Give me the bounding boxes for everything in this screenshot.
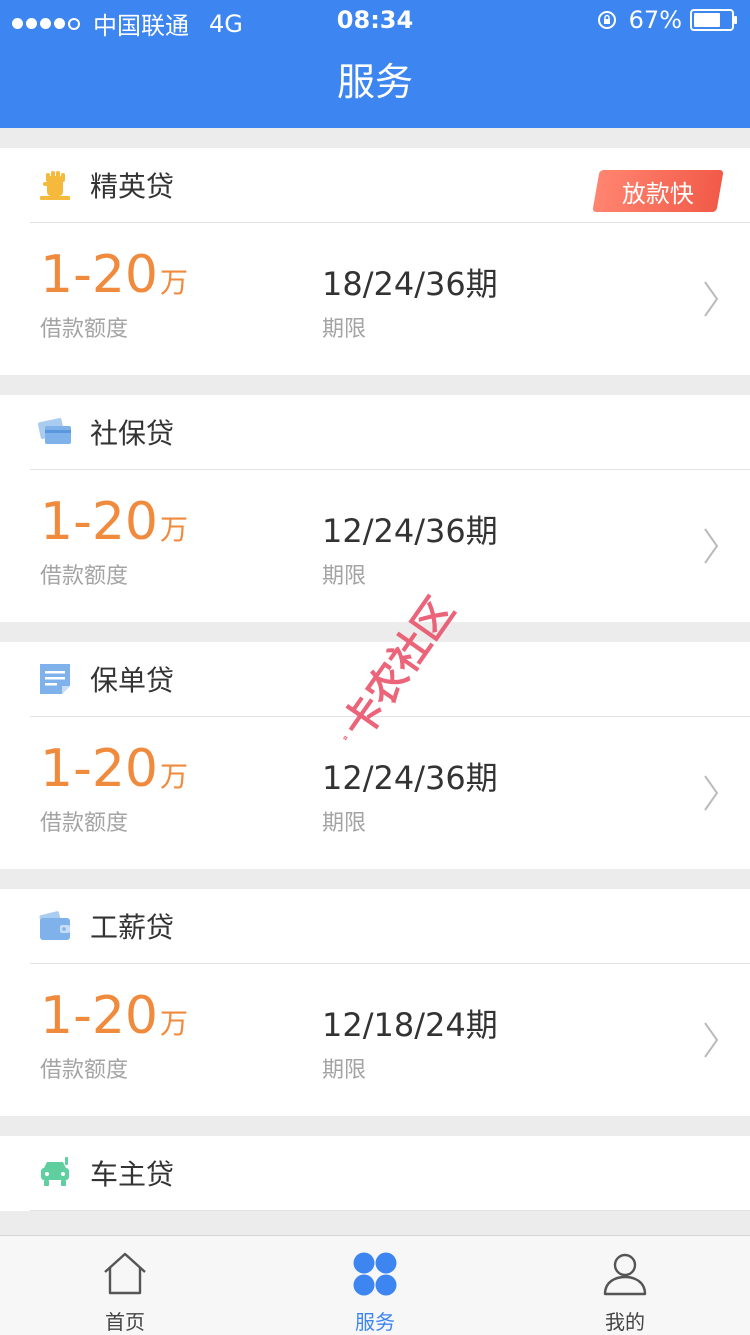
- term-unit: 期: [465, 1006, 498, 1044]
- product-card-jingying[interactable]: 精英贷 放款快 1-20万 借款额度 18/24/36期 期限: [0, 148, 750, 375]
- car-icon: [41, 1157, 69, 1186]
- tab-label: 服务: [355, 1310, 395, 1334]
- term-label: 期限: [322, 811, 367, 836]
- amount-unit: 万: [160, 513, 189, 546]
- term-value: 18/24/36: [322, 265, 466, 303]
- loan-amount: 1-20万: [40, 737, 188, 813]
- tab-label: 首页: [105, 1310, 145, 1334]
- amount-value: 1-20: [40, 492, 159, 552]
- term-unit: 期: [465, 759, 498, 797]
- card-header: 社保贷: [30, 395, 750, 470]
- product-card-gongxin[interactable]: 工薪贷 1-20万 借款额度 12/18/24期 期限: [0, 889, 750, 1116]
- loan-term: 18/24/36期: [322, 259, 498, 305]
- amount-unit: 万: [160, 266, 189, 299]
- product-name: 保单贷: [90, 664, 175, 697]
- chevron-right-icon[interactable]: [702, 773, 720, 813]
- card-body: 1-20万 借款额度 18/24/36期 期限: [0, 223, 750, 375]
- card-body: 1-20万 借款额度 12/18/24期 期限: [0, 964, 750, 1116]
- amount-unit: 万: [160, 1007, 189, 1040]
- raised-fist-icon: [40, 171, 70, 200]
- home-icon: [104, 1252, 146, 1295]
- policy-document-icon: [40, 664, 70, 694]
- tab-service[interactable]: 服务: [250, 1236, 500, 1335]
- card-header: 工薪贷: [30, 889, 750, 964]
- wallet-icon: [39, 911, 70, 940]
- card-header: 车主贷: [30, 1136, 750, 1211]
- status-right: 67%: [597, 6, 738, 34]
- amount-unit: 万: [160, 760, 189, 793]
- chevron-right-icon[interactable]: [702, 526, 720, 566]
- tab-bar: 首页 服务 我的: [0, 1235, 750, 1335]
- amount-value: 1-20: [40, 245, 159, 305]
- term-label: 期限: [322, 564, 367, 589]
- amount-value: 1-20: [40, 986, 159, 1046]
- term-value: 12/24/36: [322, 512, 466, 550]
- amount-label: 借款额度: [40, 1058, 129, 1083]
- chevron-right-icon[interactable]: [702, 1020, 720, 1060]
- chevron-right-icon[interactable]: [702, 279, 720, 319]
- product-name: 社保贷: [90, 417, 175, 450]
- fast-loan-badge: 放款快: [592, 170, 724, 212]
- loan-amount: 1-20万: [40, 984, 188, 1060]
- page-title: 服务: [336, 60, 413, 104]
- amount-value: 1-20: [40, 739, 159, 799]
- product-name: 工薪贷: [90, 911, 175, 944]
- term-label: 期限: [322, 317, 367, 342]
- term-unit: 期: [465, 512, 498, 550]
- amount-label: 借款额度: [40, 317, 129, 342]
- service-grid-icon: [353, 1252, 397, 1296]
- header: 中国联通 4G 08:34 67% 服务: [0, 0, 750, 128]
- social-security-card-icon: [38, 418, 71, 444]
- term-label: 期限: [322, 1058, 367, 1083]
- product-name: 精英贷: [90, 170, 175, 203]
- battery-percent: 67%: [628, 6, 682, 34]
- battery-icon: [690, 9, 737, 31]
- card-header: 精英贷 放款快: [30, 148, 750, 223]
- user-icon: [603, 1253, 647, 1296]
- term-unit: 期: [465, 265, 498, 303]
- rotation-lock-icon: [597, 11, 616, 29]
- product-card-chezhu[interactable]: 车主贷: [0, 1136, 750, 1211]
- tab-mine[interactable]: 我的: [500, 1236, 750, 1335]
- product-name: 车主贷: [90, 1158, 175, 1191]
- status-bar: 中国联通 4G 08:34 67%: [0, 0, 750, 40]
- badge-label: 放款快: [622, 179, 694, 208]
- loan-amount: 1-20万: [40, 243, 188, 319]
- amount-label: 借款额度: [40, 564, 129, 589]
- amount-label: 借款额度: [40, 811, 129, 836]
- loan-term: 12/18/24期: [322, 1000, 498, 1046]
- loan-amount: 1-20万: [40, 490, 188, 566]
- term-value: 12/18/24: [322, 1006, 466, 1044]
- tab-home[interactable]: 首页: [0, 1236, 250, 1335]
- loan-term: 12/24/36期: [322, 506, 498, 552]
- tab-label: 我的: [605, 1310, 645, 1334]
